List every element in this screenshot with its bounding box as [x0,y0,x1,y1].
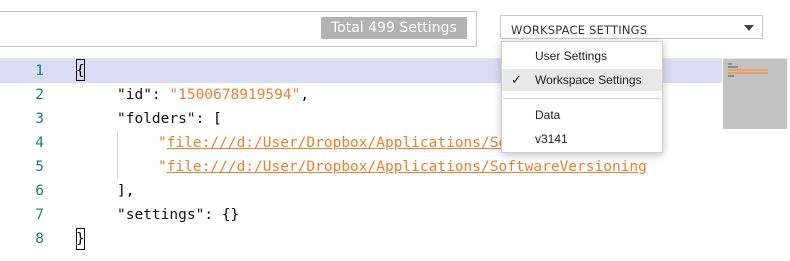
json-key: "folders" [117,111,196,127]
code-text: { [76,63,85,79]
menu-item-label: Workspace Settings [535,73,642,87]
editor-line: 8 } [0,227,722,251]
file-link[interactable]: file:///d:/User/Dropbox/Applications/Sof… [167,159,647,175]
menu-item-user-settings[interactable]: User Settings [502,45,662,67]
editor-minimap[interactable] [722,59,790,261]
code-text: "id": "1500678919594", [117,87,310,103]
minimap-line [728,69,768,71]
json-key: "id" [117,87,152,103]
line-number: 6 [35,183,44,199]
editor-line: 6 ], [0,179,722,203]
indent-guide [117,131,118,155]
indent-guide [117,155,118,179]
editor-line: 7 "settings": {} [0,203,722,227]
code-text: } [76,231,85,247]
line-number: 2 [35,87,44,103]
menu-item-label: Data [535,108,561,122]
line-number: 3 [35,111,44,127]
editor-line: 5 "file:///d:/User/Dropbox/Applications/… [0,155,722,179]
line-number: 1 [35,63,44,79]
minimap-line [728,75,734,77]
minimap-line [728,66,738,68]
menu-item-label: v3141 [535,132,568,146]
checkmark-icon: ✓ [511,72,522,87]
json-string-value: "1500678919594" [169,87,301,103]
menu-item-label: User Settings [535,49,608,63]
settings-header: Total 499 Settings WORKSPACE SETTINGS [0,0,790,59]
code-text: "folders": [ [117,111,222,127]
code-text: "file:///d:/User/Dropbox/Applications/So… [158,159,647,175]
line-number: 8 [35,231,44,247]
line-number: 5 [35,159,44,175]
menu-item-data[interactable]: Data [502,104,662,126]
line-number: 4 [35,135,44,151]
menu-separator [503,98,661,99]
scope-select-value: WORKSPACE SETTINGS [511,23,648,37]
code-text: "settings": {} [117,207,240,223]
scope-dropdown-menu: User Settings ✓ Workspace Settings Data … [501,41,663,153]
json-key: "settings" [117,207,205,223]
line-number: 7 [35,207,44,223]
menu-item-workspace-settings[interactable]: ✓ Workspace Settings [502,69,662,91]
settings-count-badge: Total 499 Settings [321,17,467,39]
minimap-line [728,63,732,65]
minimap-line [728,72,768,74]
settings-scope-select[interactable]: WORKSPACE SETTINGS [500,15,763,39]
chevron-down-icon[interactable] [744,25,754,31]
menu-item-v3141[interactable]: v3141 [502,128,662,150]
code-text: ], [117,183,135,199]
